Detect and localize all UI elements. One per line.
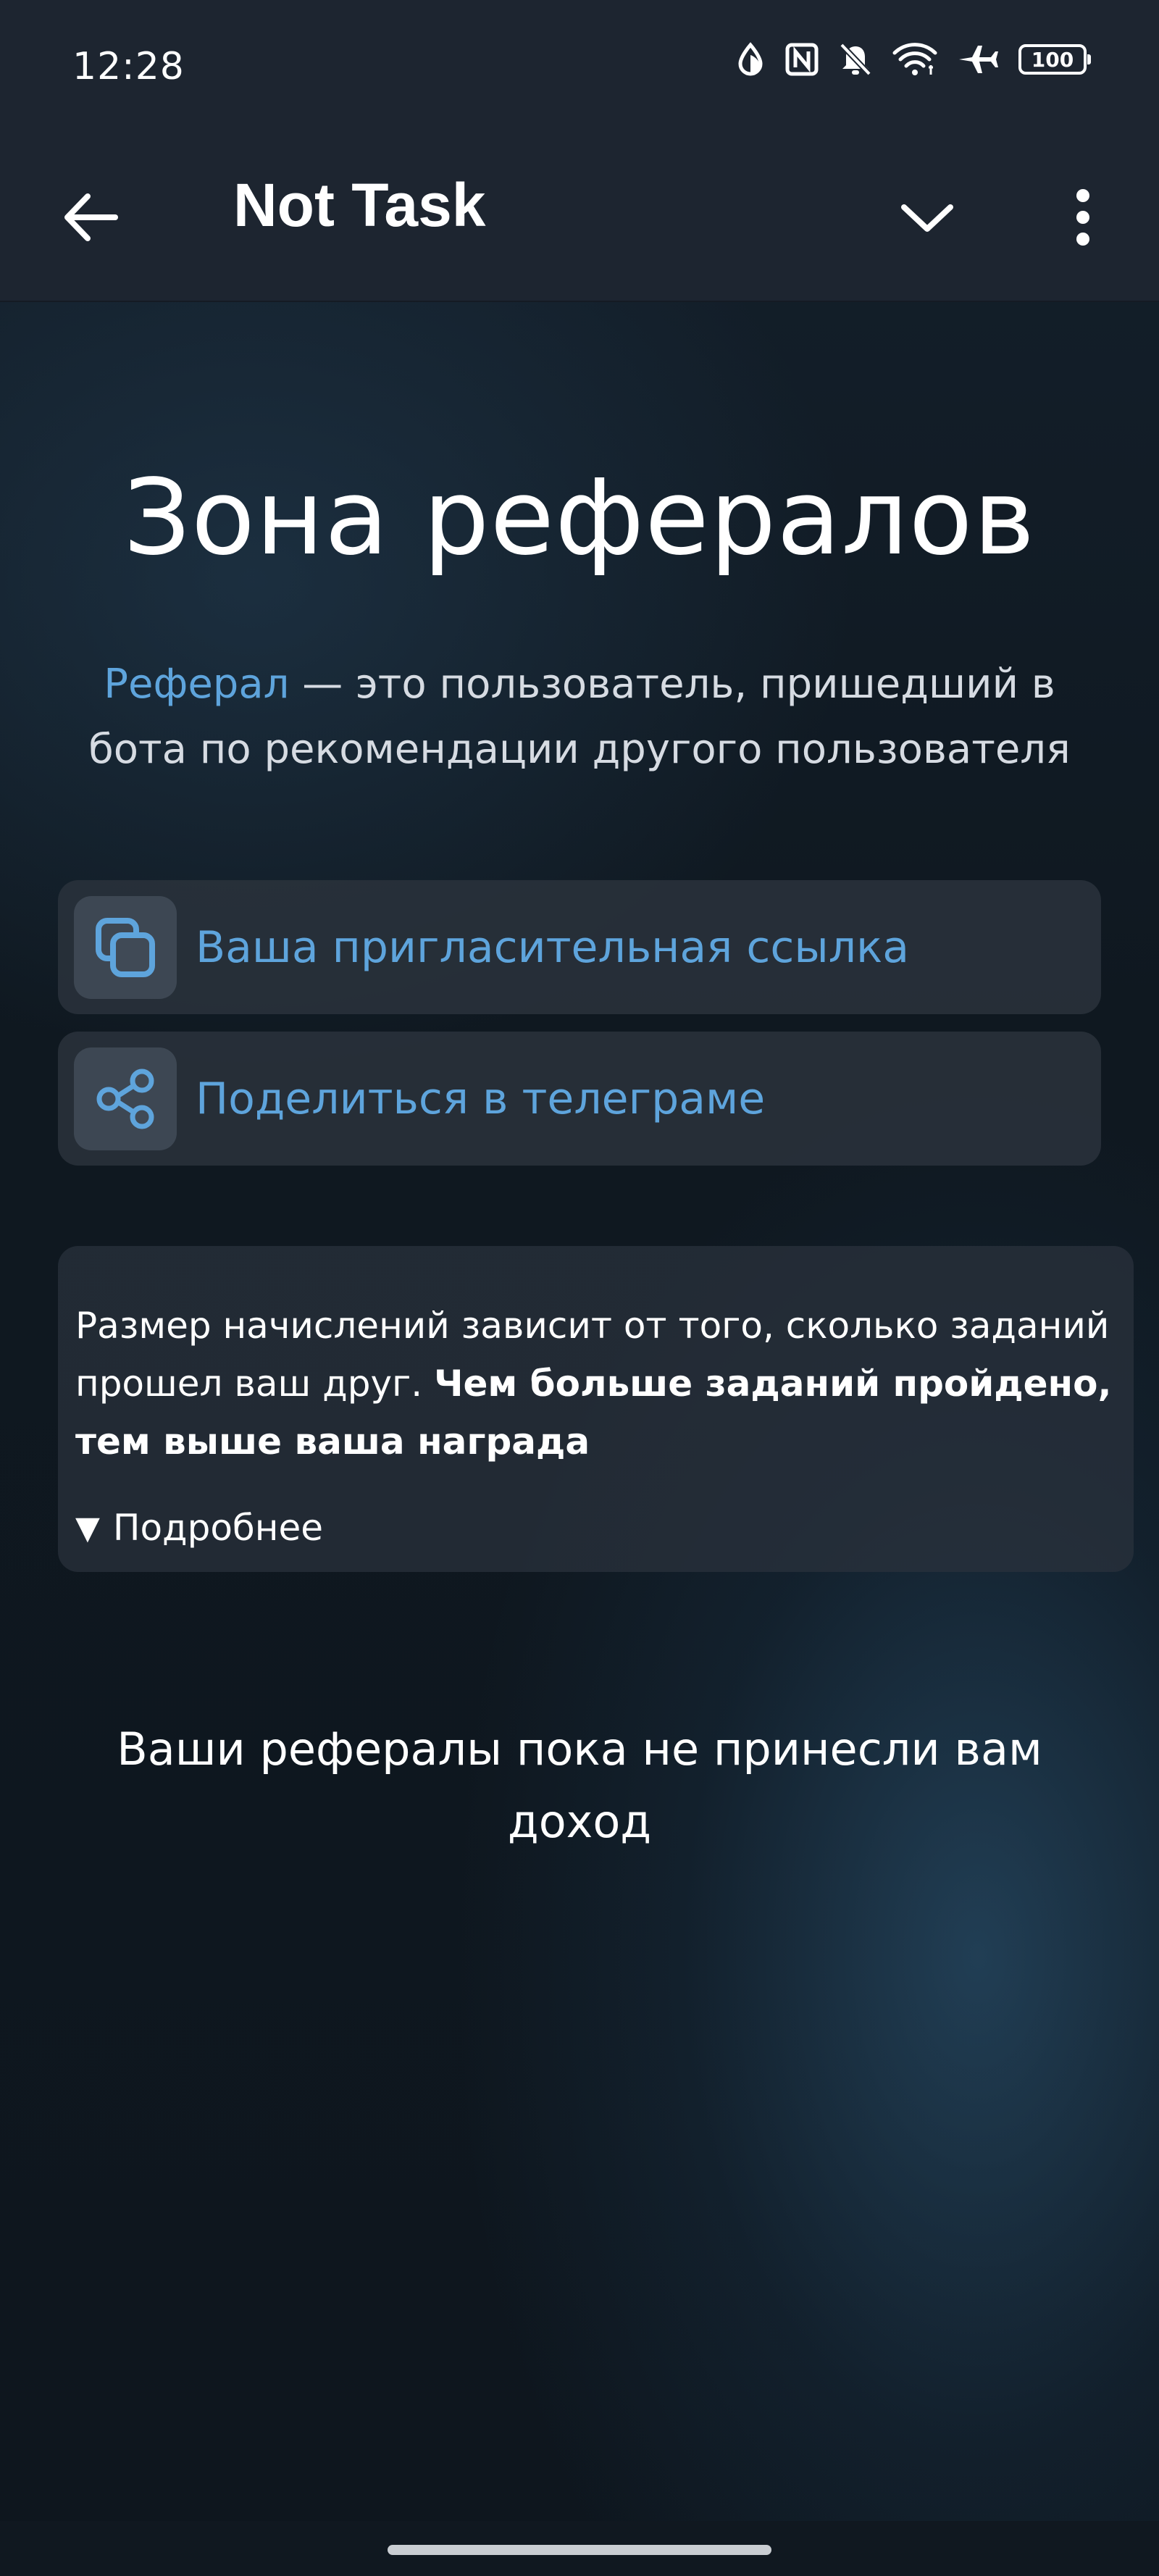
- collapse-button[interactable]: [887, 177, 967, 257]
- empty-referrals-message: Ваши рефералы пока не принесли вам доход: [117, 1723, 1042, 1848]
- app-title: Not Task: [233, 171, 486, 239]
- bell-off-icon: [839, 42, 872, 77]
- app-bar: Not Task: [0, 134, 1159, 302]
- invite-link-label: Ваша пригласительная ссылка: [196, 921, 910, 973]
- chevron-down-icon: [901, 204, 953, 232]
- reward-info-card: Размер начислений зависит от того, сколь…: [58, 1246, 1134, 1572]
- share-icon-box: [74, 1047, 177, 1150]
- triangle-down-icon: ▼: [75, 1509, 100, 1547]
- referral-term: Реферал: [104, 661, 290, 708]
- airplane-icon: [958, 43, 998, 76]
- wifi-icon: [892, 43, 937, 76]
- details-label: Подробнее: [112, 1507, 323, 1549]
- battery-icon: 100: [1018, 44, 1091, 75]
- share-telegram-label: Поделиться в телеграме: [196, 1073, 766, 1124]
- reward-info-text: Размер начислений зависит от того, сколь…: [75, 1297, 1116, 1471]
- status-bar: 12:28 100: [0, 0, 1159, 134]
- back-arrow-icon: [64, 193, 118, 241]
- home-gesture-handle[interactable]: [388, 2545, 771, 2555]
- status-icons: 100: [736, 42, 1091, 77]
- status-time: 12:28: [72, 45, 185, 88]
- more-options-button[interactable]: [1043, 177, 1123, 257]
- share-telegram-button[interactable]: Поделиться в телеграме: [58, 1032, 1101, 1166]
- more-vertical-icon: [1076, 189, 1089, 246]
- copy-icon-box: [74, 895, 177, 999]
- copy-icon: [96, 917, 155, 977]
- screen: 12:28 100 Not Task Зона рефералов Рефера…: [0, 0, 1159, 2576]
- page-title: Зона рефералов: [123, 456, 1036, 578]
- nfc-icon: [785, 43, 819, 76]
- invite-link-button[interactable]: Ваша пригласительная ссылка: [58, 880, 1101, 1014]
- details-toggle[interactable]: ▼ Подробнее: [75, 1507, 1116, 1549]
- data-saver-icon: [736, 42, 765, 77]
- share-icon: [96, 1069, 154, 1129]
- intro-text: Реферал — это пользователь, пришедший в …: [58, 652, 1101, 782]
- back-button[interactable]: [51, 177, 130, 257]
